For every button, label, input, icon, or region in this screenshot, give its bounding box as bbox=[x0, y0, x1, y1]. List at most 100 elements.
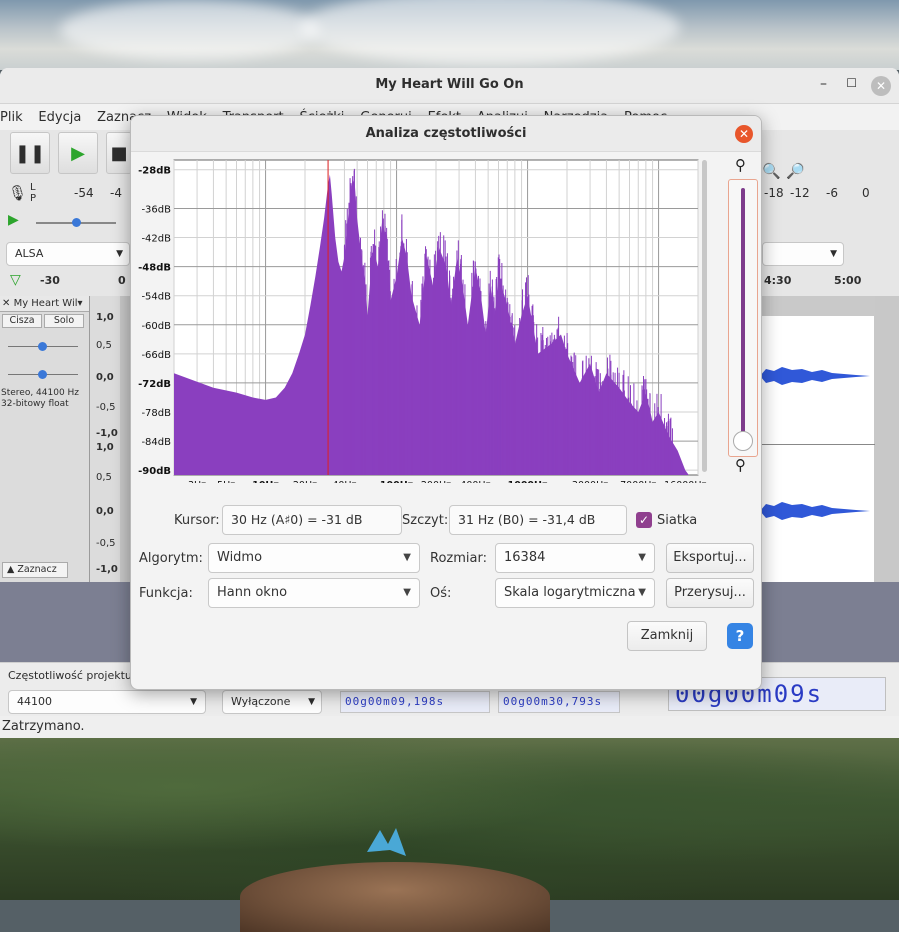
play-meter-icon: ▶ bbox=[8, 212, 19, 228]
freq-axis-label: 7000Hz bbox=[620, 480, 656, 483]
size-label: Rozmiar: bbox=[430, 551, 487, 566]
freq-axis-label: 10Hz bbox=[252, 480, 279, 483]
device-select[interactable]: ▼ bbox=[762, 242, 844, 266]
meter-scale-label: -4 bbox=[110, 186, 122, 200]
zoom-in-icon[interactable]: ⚲ bbox=[735, 156, 746, 174]
freq-axis-label: 3000Hz bbox=[572, 480, 608, 483]
window-titlebar: My Heart Will Go On – ☐ ✕ bbox=[0, 68, 899, 104]
meter-scale-label: -18 bbox=[764, 186, 784, 200]
axis-value: Skala logarytmiczna bbox=[504, 585, 636, 600]
chevron-down-icon: ▼ bbox=[308, 697, 315, 707]
project-rate-value: 44100 bbox=[17, 695, 52, 708]
mute-button[interactable]: Cisza bbox=[2, 314, 42, 328]
menu-item[interactable]: Edycja bbox=[38, 110, 81, 125]
scale-label: -1,0 bbox=[96, 428, 118, 439]
track-name-bar[interactable]: ✕ My Heart Wil▾ bbox=[0, 296, 89, 312]
grid-label: Siatka bbox=[657, 513, 698, 528]
chevron-down-icon: ▼ bbox=[403, 552, 411, 563]
freq-axis-label: 16000Hz bbox=[664, 480, 706, 483]
freq-axis-label: 3Hz bbox=[188, 480, 206, 483]
chevron-down-icon: ▼ bbox=[116, 249, 123, 259]
snap-to-select[interactable]: Wyłączone ▼ bbox=[222, 690, 322, 714]
frequency-analysis-dialog: Analiza częstotliwości ✕ -28dB -36dB -42dB… bbox=[130, 115, 762, 690]
meter-lr-label: LP bbox=[30, 182, 37, 204]
help-button[interactable]: ? bbox=[727, 623, 753, 649]
algorithm-select[interactable]: Widmo ▼ bbox=[208, 543, 420, 573]
dialog-title: Analiza częstotliwości bbox=[365, 126, 527, 141]
function-select[interactable]: Hann okno ▼ bbox=[208, 578, 420, 608]
scale-label: 0,0 bbox=[96, 372, 114, 383]
freq-axis-label: 400Hz bbox=[460, 480, 490, 483]
project-rate-select[interactable]: 44100 ▼ bbox=[8, 690, 206, 714]
selection-end-time[interactable]: 00g00m30,793s bbox=[498, 691, 620, 713]
grid-checkbox[interactable]: ✓ bbox=[636, 512, 652, 528]
project-rate-label: Częstotliwość projektu bbox=[8, 669, 132, 682]
export-button[interactable]: Eksportuj... bbox=[666, 543, 754, 573]
freq-axis-label: 40Hz bbox=[332, 480, 356, 483]
chevron-down-icon: ▼ bbox=[638, 552, 646, 563]
pause-button[interactable]: ❚❚ bbox=[10, 132, 50, 174]
scale-label: -0,5 bbox=[96, 402, 116, 413]
window-close-icon[interactable]: ✕ bbox=[871, 76, 891, 96]
select-track-button[interactable]: ▲ Zaznacz bbox=[2, 562, 68, 578]
timeline-tick: 5:00 bbox=[834, 274, 862, 287]
minimize-icon[interactable]: – bbox=[820, 76, 827, 92]
vertical-zoom-knob[interactable] bbox=[733, 431, 753, 451]
algorithm-label: Algorytm: bbox=[139, 551, 203, 566]
play-button[interactable]: ▶ bbox=[58, 132, 98, 174]
peak-label: Szczyt: bbox=[402, 513, 449, 528]
timeline-play-icon[interactable]: ▽ bbox=[10, 272, 21, 288]
menu-item[interactable]: Plik bbox=[0, 110, 23, 125]
axis-select[interactable]: Skala logarytmiczna ▼ bbox=[495, 578, 655, 608]
waveform-right-channel bbox=[760, 502, 870, 520]
dialog-titlebar: Analiza częstotliwości ✕ bbox=[131, 116, 761, 152]
playback-speed-slider[interactable] bbox=[36, 218, 116, 227]
scale-label: 0,5 bbox=[96, 472, 112, 483]
db-axis-label: -48dB bbox=[138, 263, 171, 274]
stop-button[interactable]: ■ bbox=[106, 132, 132, 174]
slider-knob[interactable] bbox=[72, 218, 81, 227]
microphone-icon[interactable]: 🎙 bbox=[8, 184, 27, 202]
freq-axis-label: 20Hz bbox=[293, 480, 317, 483]
timeline-tick: -30 bbox=[40, 274, 60, 287]
vertical-zoom-slider[interactable] bbox=[728, 179, 758, 457]
waveform-view[interactable] bbox=[760, 296, 875, 582]
replot-button[interactable]: Przerysuj... bbox=[666, 578, 754, 608]
db-axis-label: -36dB bbox=[141, 204, 171, 215]
chevron-down-icon: ▼ bbox=[190, 697, 197, 707]
peak-value-field[interactable]: 31 Hz (B0) = -31,4 dB bbox=[449, 505, 627, 535]
selection-start-time[interactable]: 00g00m09,198s bbox=[340, 691, 490, 713]
dialog-close-icon[interactable]: ✕ bbox=[735, 125, 753, 143]
plot-scrollbar[interactable] bbox=[702, 160, 707, 472]
zoom-fit-icon[interactable]: 🔎 bbox=[786, 162, 805, 180]
pan-slider[interactable] bbox=[8, 370, 78, 379]
cursor-label: Kursor: bbox=[174, 513, 220, 528]
spectrum-plot[interactable]: -28dB -36dB -42dB -48dB -54dB -60dB -66dB -72dB… bbox=[131, 153, 711, 491]
waveform-left-channel bbox=[760, 367, 870, 385]
spectrum-plot-area[interactable]: -28dB -36dB -42dB -48dB -54dB -60dB -66dB -72dB… bbox=[131, 153, 711, 491]
close-button[interactable]: Zamknij bbox=[627, 621, 707, 651]
audio-host-value: ALSA bbox=[15, 247, 44, 260]
db-axis-label: -54dB bbox=[141, 292, 171, 303]
solo-button[interactable]: Solo bbox=[44, 314, 84, 328]
db-axis-label: -72dB bbox=[138, 379, 171, 390]
maximize-icon[interactable]: ☐ bbox=[846, 76, 857, 90]
freq-axis-label: 100Hz bbox=[380, 480, 414, 483]
cursor-value-field[interactable]: 30 Hz (A♯0) = -31 dB bbox=[222, 505, 402, 535]
zoom-in-icon[interactable]: 🔍 bbox=[762, 162, 781, 180]
gain-slider[interactable] bbox=[8, 342, 78, 351]
track-info-rate: Stereo, 44100 Hz bbox=[1, 388, 80, 398]
audio-host-select[interactable]: ALSA ▼ bbox=[6, 242, 130, 266]
track-info-format: 32-bitowy float bbox=[1, 399, 69, 409]
meter-scale-label: -6 bbox=[826, 186, 838, 200]
scale-label: 0,5 bbox=[96, 340, 112, 351]
amplitude-scale: 1,0 0,5 0,0 -0,5 -1,0 1,0 0,5 0,0 -0,5 -… bbox=[90, 296, 120, 582]
vertical-zoom-track bbox=[741, 188, 745, 438]
zoom-out-icon[interactable]: ⚲ bbox=[735, 456, 746, 474]
scale-label: 1,0 bbox=[96, 442, 114, 453]
db-axis-label: -28dB bbox=[138, 166, 171, 177]
meter-scale-label: 0 bbox=[862, 186, 870, 200]
track-control-panel: ✕ My Heart Wil▾ Cisza Solo Stereo, 44100… bbox=[0, 296, 90, 582]
size-select[interactable]: 16384 ▼ bbox=[495, 543, 655, 573]
scale-label: 0,0 bbox=[96, 506, 114, 517]
